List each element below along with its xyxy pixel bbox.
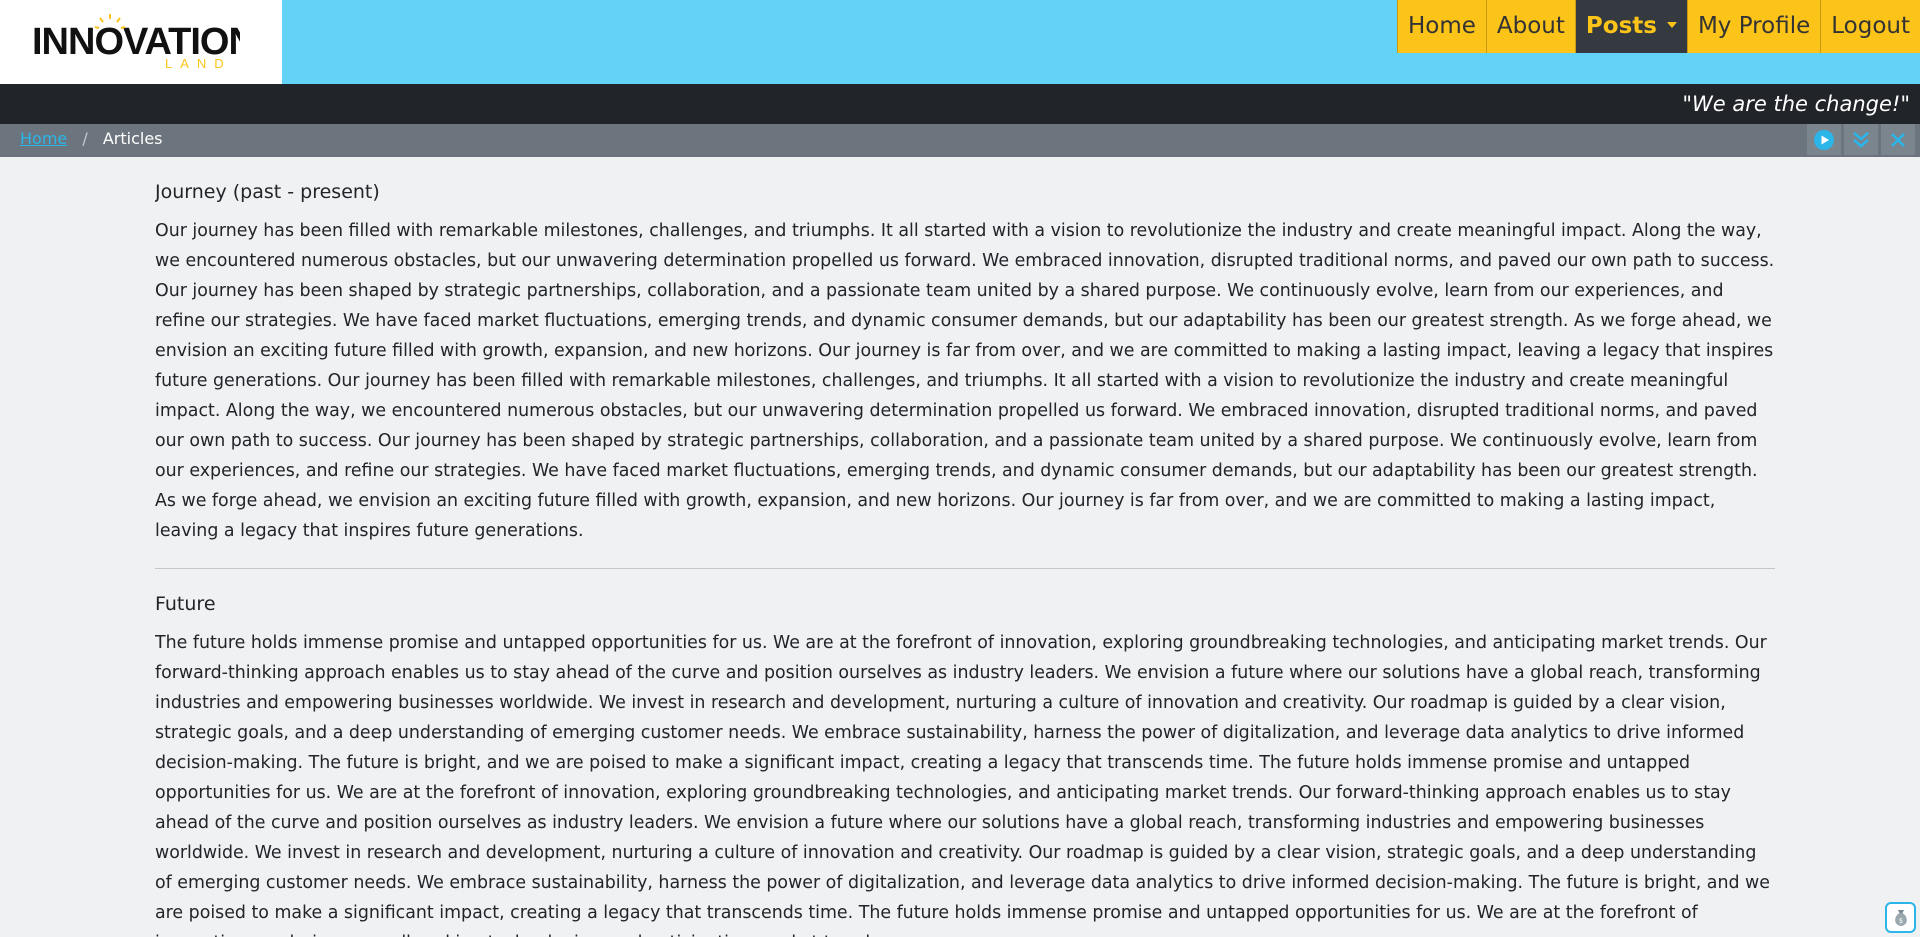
section-title: Journey (past - present) — [155, 181, 380, 203]
article-section-future: Future The future holds immense promise … — [155, 592, 1775, 937]
section-body: The future holds immense promise and unt… — [155, 633, 1770, 937]
chat-widget-button[interactable]: $ — [1885, 902, 1916, 933]
play-icon — [1814, 129, 1834, 150]
breadcrumb-separator: / — [82, 129, 88, 148]
site-header: INNOVATION LAND Home About Posts My Prof… — [0, 0, 1920, 84]
money-bag-icon: $ — [1894, 909, 1907, 926]
innovation-land-logo: INNOVATION LAND — [32, 14, 240, 71]
caret-down-icon — [1666, 21, 1677, 28]
breadcrumb: Home / Articles — [20, 124, 163, 154]
nav-posts-dropdown[interactable]: Posts — [1574, 0, 1687, 53]
scroll-down-button[interactable] — [1844, 124, 1878, 155]
breadcrumb-home-link[interactable]: Home — [20, 129, 67, 148]
articles-content: Journey (past - present) Our journey has… — [155, 157, 1775, 937]
logo[interactable]: INNOVATION LAND — [0, 0, 282, 84]
breadcrumb-current: Articles — [102, 129, 163, 148]
nav-home-label: Home — [1407, 13, 1476, 39]
main-nav: Home About Posts My Profile Logout — [1396, 0, 1920, 53]
nav-logout-label: Logout — [1831, 13, 1910, 39]
nav-my-profile[interactable]: My Profile — [1686, 0, 1821, 53]
section-title: Future — [155, 593, 216, 615]
breadcrumb-bar: Home / Articles — [0, 124, 1920, 157]
page-toolbar — [1807, 124, 1915, 155]
nav-about[interactable]: About — [1485, 0, 1575, 53]
close-icon — [1891, 132, 1905, 147]
svg-text:$: $ — [1898, 917, 1902, 925]
nav-home[interactable]: Home — [1396, 0, 1486, 53]
tagline-bar: "We are the change!" — [0, 84, 1920, 124]
section-divider — [155, 568, 1775, 569]
nav-about-label: About — [1496, 13, 1565, 39]
nav-posts-label: Posts — [1585, 13, 1657, 39]
logo-line2: LAND — [165, 56, 232, 71]
nav-my-profile-label: My Profile — [1697, 13, 1811, 39]
article-section-journey: Journey (past - present) Our journey has… — [155, 180, 1775, 546]
close-button[interactable] — [1881, 124, 1915, 155]
tagline: "We are the change!" — [1682, 92, 1910, 116]
chevrons-down-icon — [1853, 131, 1869, 148]
section-body: Our journey has been filled with remarka… — [155, 221, 1775, 541]
play-button[interactable] — [1807, 124, 1841, 155]
nav-logout[interactable]: Logout — [1820, 0, 1920, 53]
